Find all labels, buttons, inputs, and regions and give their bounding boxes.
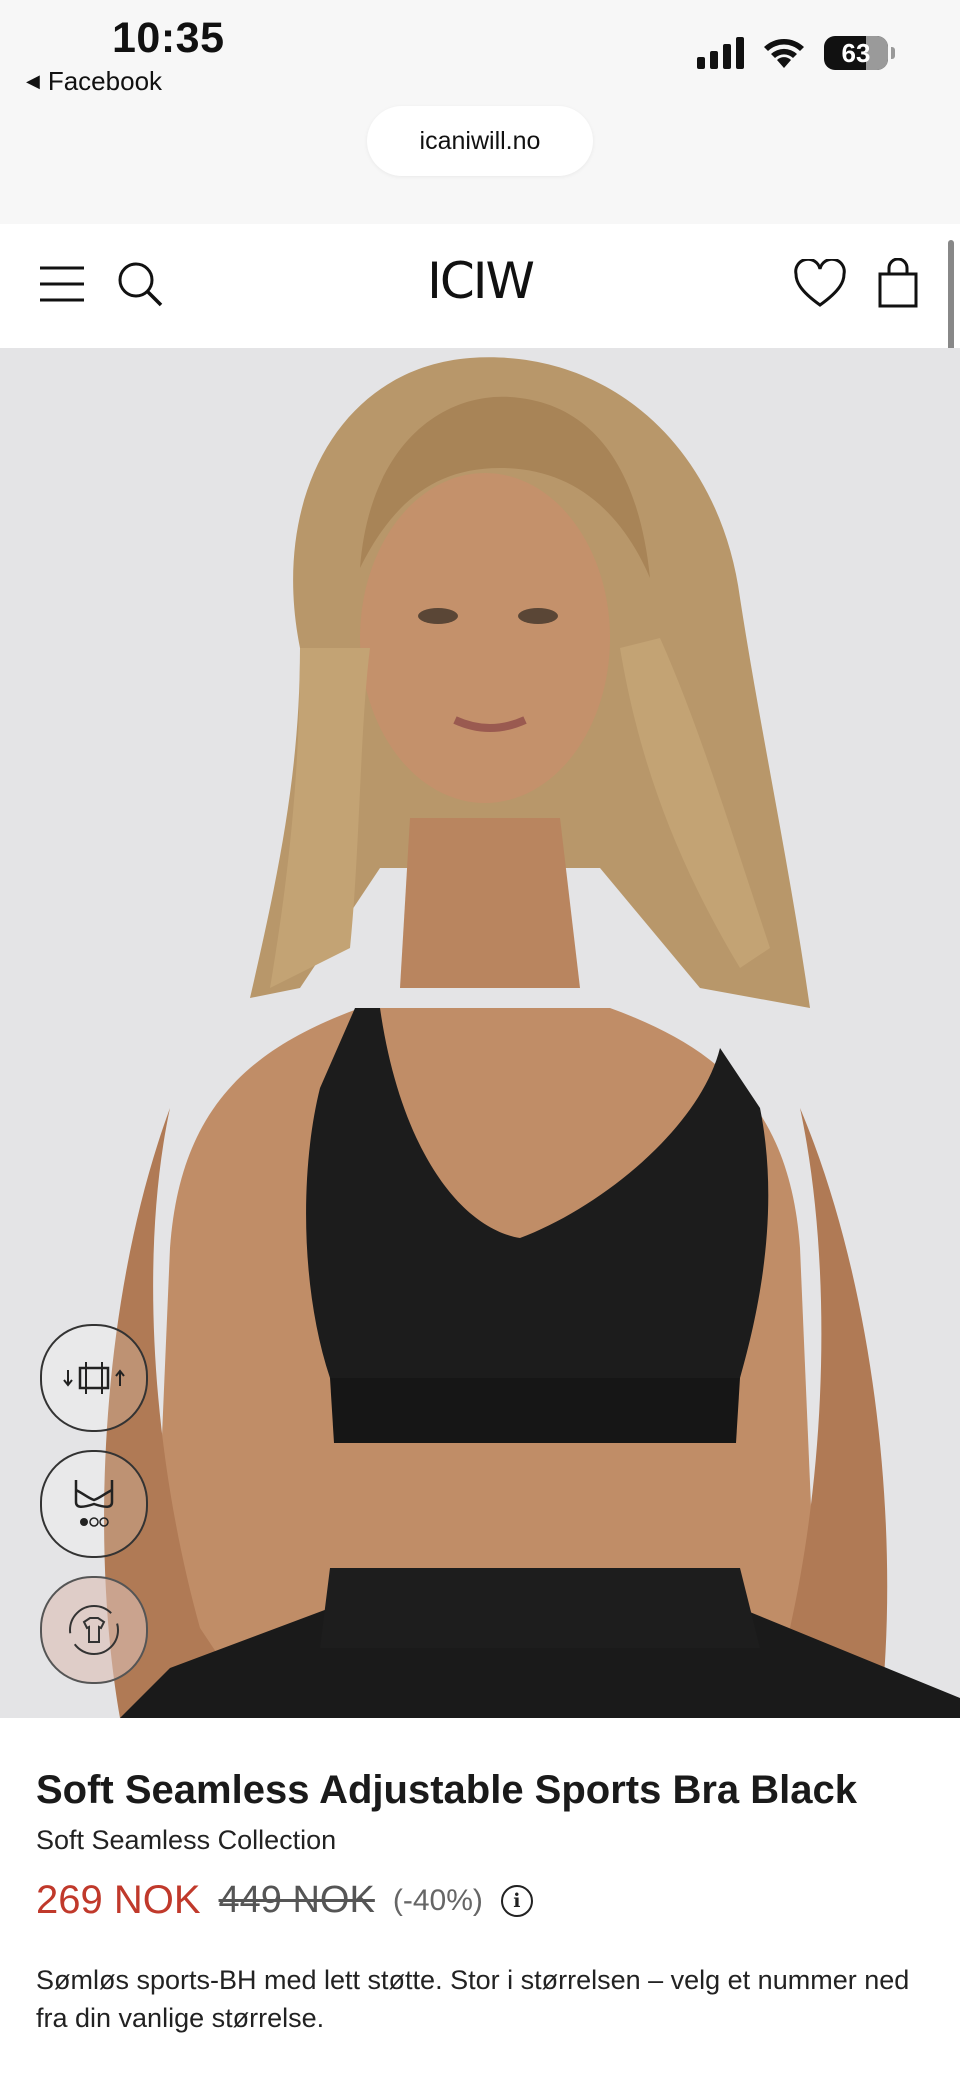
sale-price: 269 NOK: [36, 1878, 201, 1922]
status-icons: 63: [697, 36, 895, 70]
discount-percent: (-40%): [392, 1883, 483, 1917]
bra-support-level-icon: [74, 1480, 114, 1527]
wifi-icon: [764, 39, 804, 68]
support-level-button[interactable]: [40, 1450, 148, 1558]
shopping-bag-icon[interactable]: [866, 252, 930, 316]
size-guide-button[interactable]: [40, 1324, 148, 1432]
price-row: 269 NOK 449 NOK (-40%) i: [36, 1878, 936, 1923]
size-guide-icon: [63, 1362, 125, 1394]
battery-icon: 63: [824, 36, 895, 70]
back-arrow-icon: ◀: [26, 71, 40, 91]
wishlist-heart-icon[interactable]: [788, 252, 852, 316]
url-text: icaniwill.no: [419, 126, 541, 155]
cellular-signal-icon: [697, 37, 744, 69]
product-description: Sømløs sports-BH med lett støtte. Stor i…: [36, 1965, 910, 2033]
original-price: 449 NOK: [218, 1879, 375, 1921]
collection-link[interactable]: Soft Seamless Collection: [36, 1825, 936, 1856]
product-info: Soft Seamless Adjustable Sports Bra Blac…: [36, 1768, 936, 2037]
site-header: ICIW: [0, 224, 960, 348]
browser-chrome: 10:35 ◀ Facebook 63 icaniwill.no: [0, 0, 960, 224]
status-time: 10:35: [112, 14, 225, 62]
price-info-icon[interactable]: i: [500, 1884, 533, 1917]
returns-exchange-icon: [69, 1605, 119, 1655]
product-title: Soft Seamless Adjustable Sports Bra Blac…: [36, 1768, 858, 1812]
back-to-app-link[interactable]: ◀ Facebook: [26, 66, 162, 97]
address-bar[interactable]: icaniwill.no: [367, 106, 593, 176]
returns-button[interactable]: [40, 1576, 148, 1684]
back-app-label: Facebook: [47, 66, 163, 96]
product-image[interactable]: [0, 348, 960, 1718]
